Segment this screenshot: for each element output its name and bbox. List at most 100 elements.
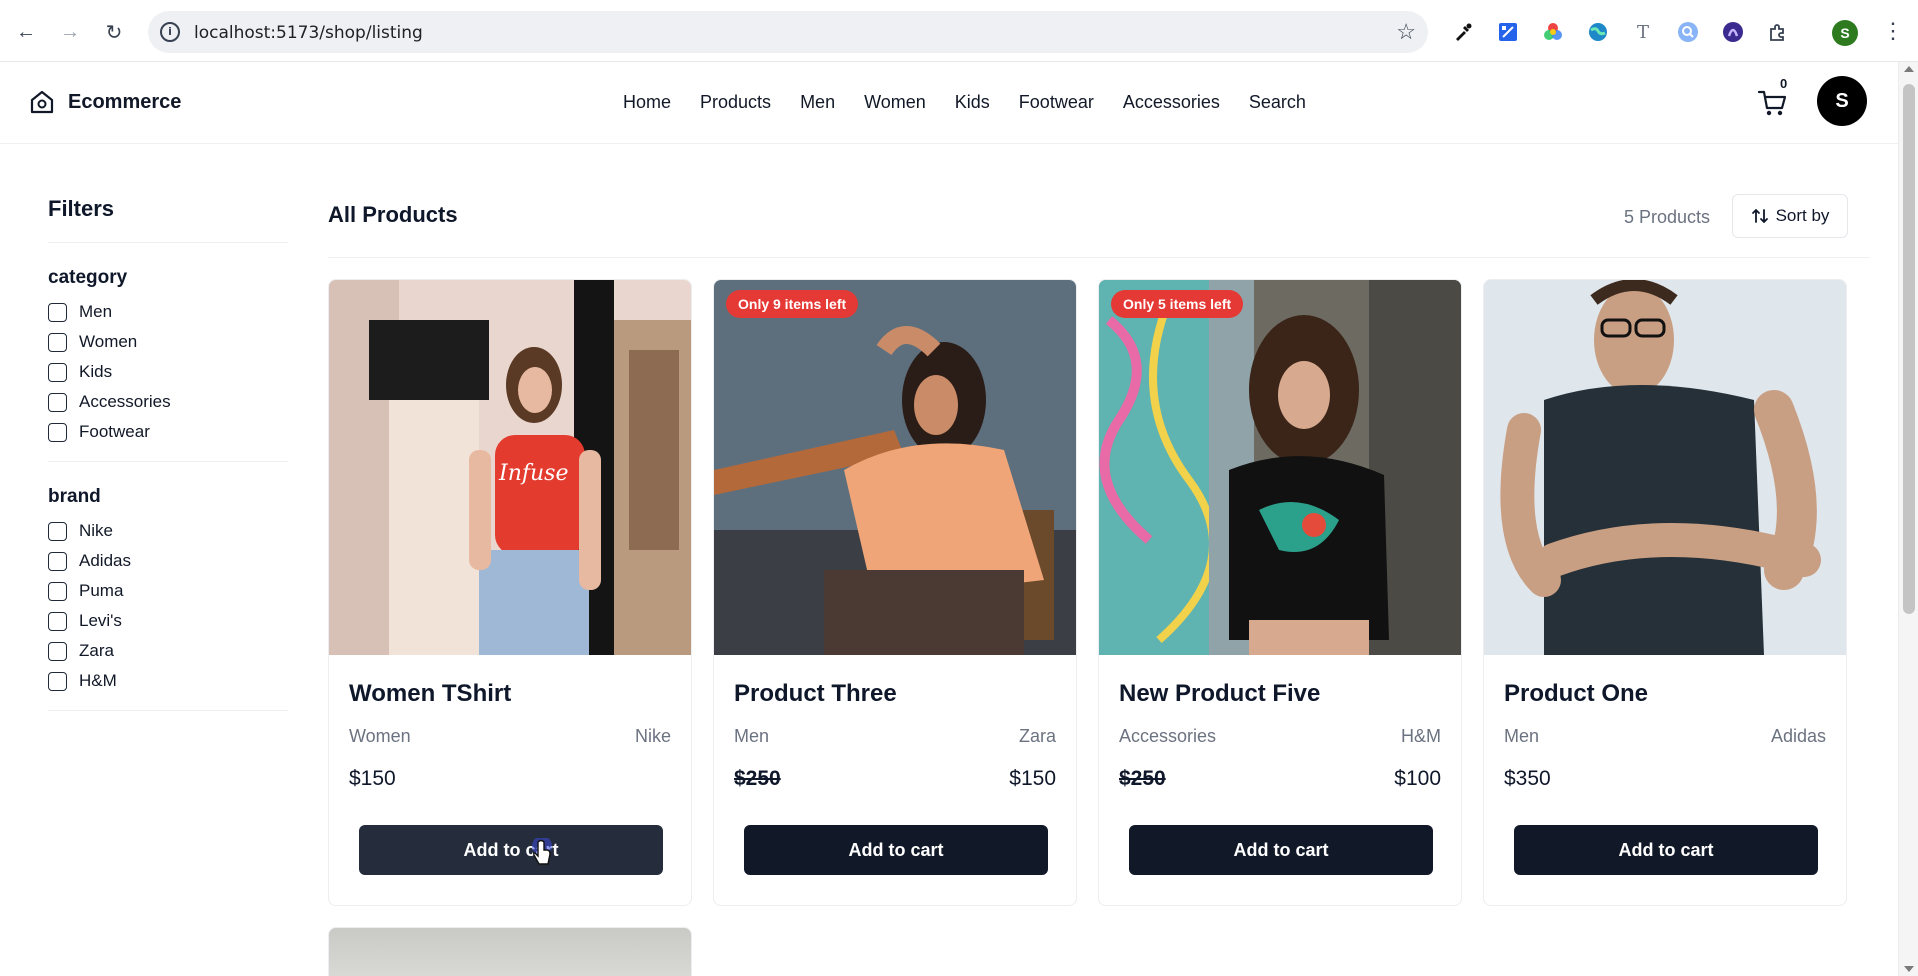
filter-option-zara[interactable]: Zara (48, 636, 288, 666)
cart-count-badge: 0 (1780, 76, 1788, 91)
product-image[interactable] (1484, 280, 1846, 655)
bookmark-star-icon[interactable]: ☆ (1396, 19, 1416, 45)
add-to-cart-button[interactable]: Add to cart (359, 825, 663, 875)
checkbox[interactable] (48, 392, 67, 412)
brand-name: Ecommerce (68, 90, 182, 113)
globe-icon[interactable] (1586, 20, 1610, 44)
search-ext-icon[interactable] (1676, 20, 1700, 44)
eyedropper-icon[interactable] (1451, 20, 1475, 44)
add-to-cart-button[interactable]: Add to cart (744, 825, 1048, 875)
page-scrollbar[interactable] (1898, 62, 1918, 976)
product-image[interactable]: Only 9 items left (714, 280, 1076, 655)
checkbox[interactable] (48, 332, 67, 352)
checkbox[interactable] (48, 521, 67, 541)
product-title[interactable]: Product Three (734, 680, 897, 708)
text-icon[interactable]: T (1631, 20, 1655, 44)
sort-button[interactable]: Sort by (1732, 194, 1848, 238)
checkbox[interactable] (48, 611, 67, 631)
product-image[interactable]: Only 5 items left (1099, 280, 1461, 655)
product-title[interactable]: Women TShirt (349, 680, 511, 708)
puzzle-icon[interactable] (1766, 20, 1790, 44)
filter-option-kids[interactable]: Kids (48, 357, 288, 387)
filter-group-title: category (48, 267, 128, 288)
product-category: Men (1504, 726, 1540, 746)
product-title[interactable]: Product One (1504, 680, 1648, 708)
site-info-icon[interactable]: i (160, 22, 180, 42)
scrollbar-thumb[interactable] (1903, 84, 1915, 614)
filter-option-puma[interactable]: Puma (48, 576, 288, 606)
product-image[interactable]: Infuse (329, 280, 691, 655)
cart-icon[interactable] (1756, 86, 1790, 120)
product-title[interactable]: New Product Five (1119, 680, 1320, 708)
browser-profile-avatar[interactable]: S (1832, 20, 1858, 46)
filter-option-adidas[interactable]: Adidas (48, 546, 288, 576)
scroll-down-icon[interactable] (1904, 966, 1914, 972)
nav-link-products[interactable]: Products (700, 92, 771, 113)
nav-link-kids[interactable]: Kids (955, 92, 990, 113)
filter-group-brand: brand Nike Adidas Puma Levi's Zara H&M (48, 462, 288, 710)
checkbox[interactable] (48, 581, 67, 601)
filter-option-women[interactable]: Women (48, 327, 288, 357)
forward-icon[interactable]: → (56, 18, 84, 46)
product-brand: Nike (634, 726, 671, 746)
product-card[interactable]: Product One Men Adidas $350 Add to cart (1483, 279, 1847, 906)
nav-link-women[interactable]: Women (864, 92, 926, 113)
checkbox[interactable] (48, 422, 67, 442)
browser-menu-icon[interactable]: ⋮ (1882, 18, 1904, 44)
filter-option-levis[interactable]: Levi's (48, 606, 288, 636)
color-wheel-icon[interactable] (1541, 20, 1565, 44)
back-icon[interactable]: ← (12, 18, 40, 46)
product-card[interactable] (328, 927, 692, 976)
listing-title: All Products (328, 202, 458, 227)
product-brand: Zara (1018, 726, 1056, 746)
nav-link-home[interactable]: Home (623, 92, 671, 113)
filter-option-men[interactable]: Men (48, 297, 288, 327)
nav-link-accessories[interactable]: Accessories (1123, 92, 1220, 113)
product-card[interactable]: Infuse Women TShirt Women Nike $150 Add … (328, 279, 692, 906)
reload-icon[interactable]: ↻ (100, 18, 128, 46)
nav-link-footwear[interactable]: Footwear (1019, 92, 1094, 113)
filter-option-nike[interactable]: Nike (48, 516, 288, 546)
filter-option-footwear[interactable]: Footwear (48, 417, 288, 447)
browser-toolbar: ← → ↻ i localhost:5173/shop/listing ☆ T … (0, 0, 1918, 62)
house-icon (30, 90, 54, 114)
main-nav: Home Products Men Women Kids Footwear Ac… (623, 92, 1335, 113)
checkbox[interactable] (48, 671, 67, 691)
page-ruler-icon[interactable] (1496, 20, 1520, 44)
sort-arrows-icon (1751, 209, 1768, 223)
listing-header: All Products 5 Products Sort by (328, 192, 1870, 258)
site-header: Ecommerce Home Products Men Women Kids F… (0, 62, 1898, 144)
arc-icon[interactable] (1721, 20, 1745, 44)
add-to-cart-button[interactable]: Add to cart (1129, 825, 1433, 875)
checkbox[interactable] (48, 362, 67, 382)
product-original-price: $250 (734, 767, 781, 790)
product-category: Men (734, 726, 770, 746)
brand-logo-link[interactable]: Ecommerce (28, 88, 181, 116)
product-price: $150 (349, 767, 396, 790)
checkbox[interactable] (48, 641, 67, 661)
filter-option-accessories[interactable]: Accessories (48, 387, 288, 417)
nav-link-search[interactable]: Search (1249, 92, 1306, 113)
checkbox[interactable] (48, 302, 67, 322)
nav-link-men[interactable]: Men (800, 92, 835, 113)
stock-badge: Only 5 items left (1111, 290, 1244, 318)
add-to-cart-button[interactable]: Add to cart (1514, 825, 1818, 875)
product-card[interactable]: Only 9 items left Product Three Men Zara… (713, 279, 1077, 906)
filters-title: Filters (48, 196, 115, 221)
product-sale-price: $150 (1009, 767, 1056, 790)
scroll-up-icon[interactable] (1904, 66, 1914, 72)
sort-label: Sort by (1775, 206, 1830, 225)
user-avatar[interactable]: S (1817, 76, 1867, 126)
checkbox[interactable] (48, 551, 67, 571)
address-url[interactable]: localhost:5173/shop/listing (194, 23, 423, 43)
filter-option-hm[interactable]: H&M (48, 666, 288, 696)
product-price: $350 (1504, 767, 1551, 790)
product-brand: H&M (1401, 726, 1441, 746)
product-original-price: $250 (1119, 767, 1166, 790)
address-bar[interactable]: i localhost:5173/shop/listing ☆ (148, 11, 1428, 53)
product-card[interactable]: Only 5 items left New Product Five Acces… (1098, 279, 1462, 906)
product-category: Women (349, 726, 411, 746)
stock-badge: Only 9 items left (726, 290, 859, 318)
product-sale-price: $100 (1394, 767, 1441, 790)
product-category: Accessories (1119, 726, 1217, 746)
